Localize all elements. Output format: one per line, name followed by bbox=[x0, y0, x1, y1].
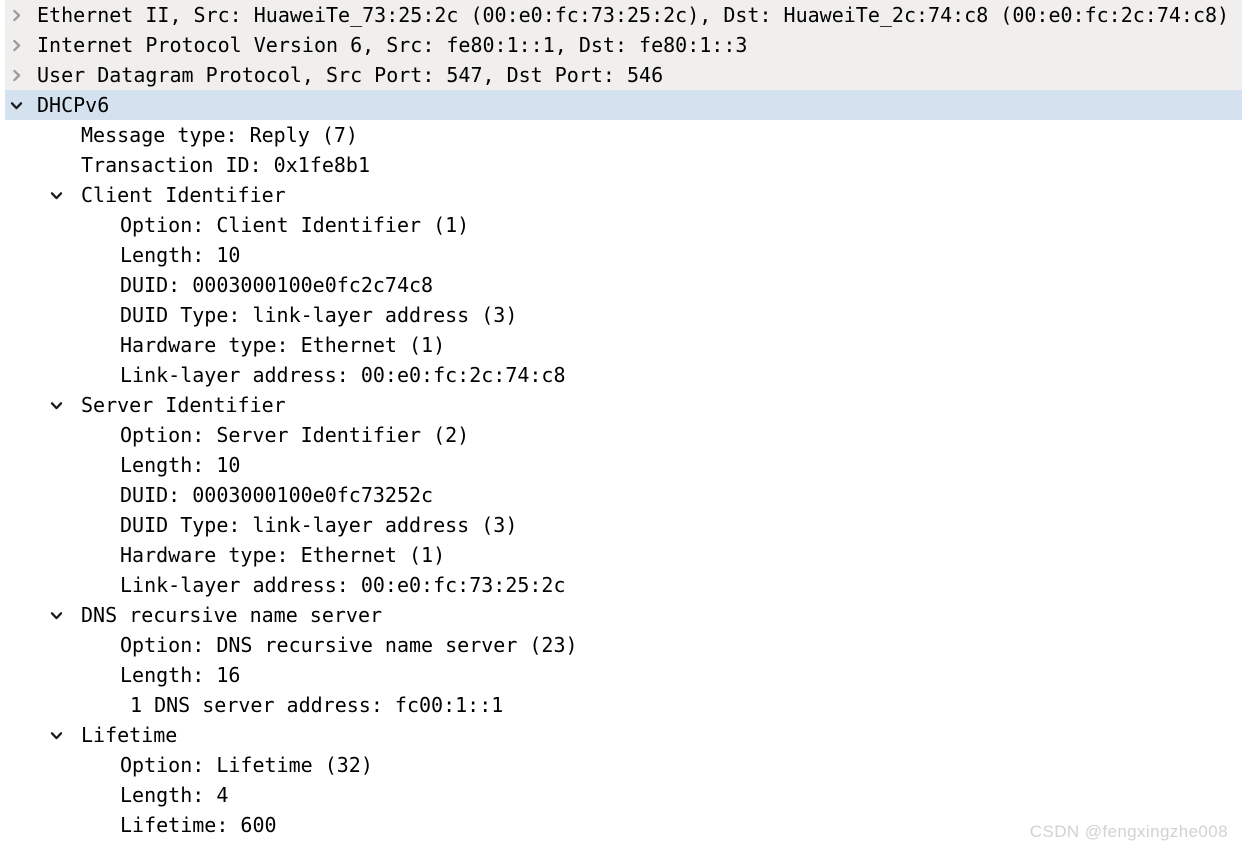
chevron-right-icon[interactable] bbox=[5, 60, 27, 90]
tree-row-user-datagram-protocol[interactable]: User Datagram Protocol, Src Port: 547, D… bbox=[0, 60, 1242, 90]
tree-row-lifetime-length[interactable]: Length: 4 bbox=[0, 780, 1242, 810]
tree-row-label: Transaction ID: 0x1fe8b1 bbox=[81, 153, 370, 177]
tree-row-label: Link-layer address: 00:e0:fc:2c:74:c8 bbox=[120, 363, 566, 387]
chevron-right-icon[interactable] bbox=[5, 0, 27, 30]
tree-row-client-identifier-link-layer-address[interactable]: Link-layer address: 00:e0:fc:2c:74:c8 bbox=[0, 360, 1242, 390]
tree-row-label: Option: Client Identifier (1) bbox=[120, 213, 470, 237]
tree-row-label: DUID Type: link-layer address (3) bbox=[120, 513, 518, 537]
tree-row-label: Hardware type: Ethernet (1) bbox=[120, 543, 446, 567]
tree-row-label: Length: 16 bbox=[120, 663, 241, 687]
tree-row-dhcpv6[interactable]: DHCPv6 bbox=[0, 90, 1242, 120]
tree-row-label: Link-layer address: 00:e0:fc:73:25:2c bbox=[120, 573, 566, 597]
tree-row-dns-recursive-name-server-length[interactable]: Length: 16 bbox=[0, 660, 1242, 690]
tree-row-label: Client Identifier bbox=[81, 183, 286, 207]
tree-row-client-identifier[interactable]: Client Identifier bbox=[0, 180, 1242, 210]
tree-row-label: Lifetime bbox=[81, 723, 178, 747]
chevron-down-icon[interactable] bbox=[45, 600, 67, 630]
tree-row-label: DUID: 0003000100e0fc73252c bbox=[120, 483, 434, 507]
chevron-right-icon[interactable] bbox=[5, 30, 27, 60]
chevron-down-icon[interactable] bbox=[45, 180, 67, 210]
tree-row-label: DUID: 0003000100e0fc2c74c8 bbox=[120, 273, 434, 297]
tree-row-label: Message type: Reply (7) bbox=[81, 123, 358, 147]
chevron-down-icon[interactable] bbox=[45, 720, 67, 750]
tree-row-client-identifier-length[interactable]: Length: 10 bbox=[0, 240, 1242, 270]
tree-row-label: Length: 10 bbox=[120, 453, 241, 477]
tree-row-label: DNS recursive name server bbox=[81, 603, 383, 627]
tree-row-internet-protocol-version-6[interactable]: Internet Protocol Version 6, Src: fe80:1… bbox=[0, 30, 1242, 60]
tree-row-label: 1 DNS server address: fc00:1::1 bbox=[130, 693, 504, 717]
chevron-down-icon[interactable] bbox=[5, 90, 27, 120]
tree-row-transaction-id[interactable]: Transaction ID: 0x1fe8b1 bbox=[0, 150, 1242, 180]
tree-row-server-identifier-option[interactable]: Option: Server Identifier (2) bbox=[0, 420, 1242, 450]
tree-row-dns-server-address[interactable]: 1 DNS server address: fc00:1::1 bbox=[0, 690, 1242, 720]
tree-row-client-identifier-option[interactable]: Option: Client Identifier (1) bbox=[0, 210, 1242, 240]
tree-row-label: User Datagram Protocol, Src Port: 547, D… bbox=[37, 63, 664, 87]
tree-row-label: Ethernet II, Src: HuaweiTe_73:25:2c (00:… bbox=[37, 3, 1230, 27]
tree-row-label: DHCPv6 bbox=[37, 93, 110, 117]
chevron-down-icon[interactable] bbox=[45, 390, 67, 420]
tree-row-client-identifier-duid[interactable]: DUID: 0003000100e0fc2c74c8 bbox=[0, 270, 1242, 300]
tree-row-label: Internet Protocol Version 6, Src: fe80:1… bbox=[37, 33, 748, 57]
tree-row-message-type[interactable]: Message type: Reply (7) bbox=[0, 120, 1242, 150]
tree-row-lifetime-option[interactable]: Option: Lifetime (32) bbox=[0, 750, 1242, 780]
tree-row-server-identifier-duid[interactable]: DUID: 0003000100e0fc73252c bbox=[0, 480, 1242, 510]
csdn-watermark: CSDN @fengxingzhe008 bbox=[1029, 822, 1228, 841]
tree-row-label: DUID Type: link-layer address (3) bbox=[120, 303, 518, 327]
tree-row-label: Length: 4 bbox=[120, 783, 229, 807]
tree-row-server-identifier-length[interactable]: Length: 10 bbox=[0, 450, 1242, 480]
tree-row-server-identifier-duid-type[interactable]: DUID Type: link-layer address (3) bbox=[0, 510, 1242, 540]
tree-row-ethernet-ii[interactable]: Ethernet II, Src: HuaweiTe_73:25:2c (00:… bbox=[0, 0, 1242, 30]
tree-row-server-identifier-hardware-type[interactable]: Hardware type: Ethernet (1) bbox=[0, 540, 1242, 570]
tree-row-label: Server Identifier bbox=[81, 393, 286, 417]
tree-row-label: Option: Lifetime (32) bbox=[120, 753, 373, 777]
packet-details-tree[interactable]: Ethernet II, Src: HuaweiTe_73:25:2c (00:… bbox=[0, 0, 1242, 840]
tree-row-label: Length: 10 bbox=[120, 243, 241, 267]
tree-row-label: Option: Server Identifier (2) bbox=[120, 423, 470, 447]
tree-row-dns-recursive-name-server[interactable]: DNS recursive name server bbox=[0, 600, 1242, 630]
tree-row-client-identifier-hardware-type[interactable]: Hardware type: Ethernet (1) bbox=[0, 330, 1242, 360]
tree-row-server-identifier-link-layer-address[interactable]: Link-layer address: 00:e0:fc:73:25:2c bbox=[0, 570, 1242, 600]
tree-row-lifetime[interactable]: Lifetime bbox=[0, 720, 1242, 750]
tree-row-label: Hardware type: Ethernet (1) bbox=[120, 333, 446, 357]
tree-row-server-identifier[interactable]: Server Identifier bbox=[0, 390, 1242, 420]
tree-row-client-identifier-duid-type[interactable]: DUID Type: link-layer address (3) bbox=[0, 300, 1242, 330]
tree-row-label: Option: DNS recursive name server (23) bbox=[120, 633, 578, 657]
tree-row-label: Lifetime: 600 bbox=[120, 813, 277, 837]
tree-row-dns-recursive-name-server-option[interactable]: Option: DNS recursive name server (23) bbox=[0, 630, 1242, 660]
